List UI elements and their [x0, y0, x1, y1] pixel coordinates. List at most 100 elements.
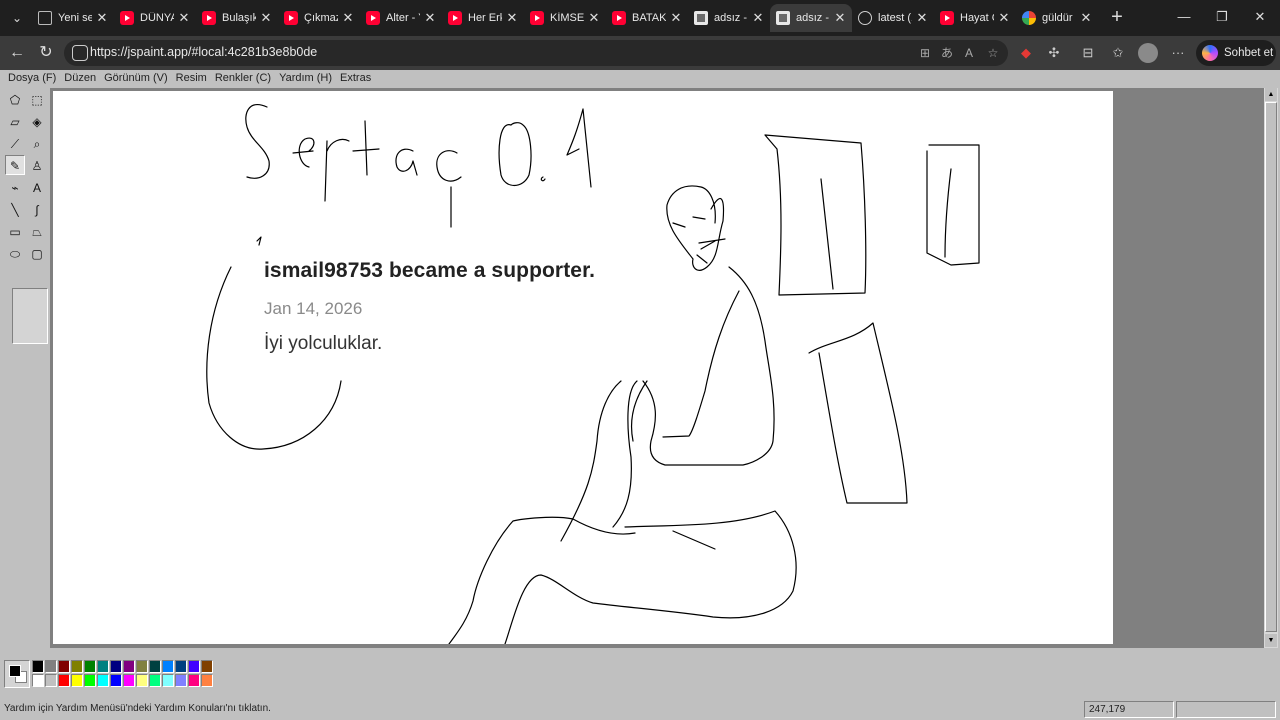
rounded-rectangle-tool-icon[interactable]: ▢ [27, 243, 47, 263]
tab-close-icon[interactable]: ✕ [260, 10, 272, 26]
color-swatch[interactable] [162, 674, 174, 687]
extension-shield-icon[interactable]: ◆ [1016, 43, 1036, 63]
color-swatch[interactable] [32, 674, 44, 687]
browser-tab[interactable]: Hayat Çok ✕ [934, 4, 1016, 32]
color-swatch[interactable] [136, 660, 148, 673]
rect-select-tool-icon[interactable]: ⬚ [27, 89, 47, 109]
menu-item[interactable]: Resim [172, 70, 211, 88]
color-swatch[interactable] [71, 674, 83, 687]
color-swatch[interactable] [188, 674, 200, 687]
tab-close-icon[interactable]: ✕ [1080, 10, 1092, 26]
color-swatch[interactable] [58, 660, 70, 673]
menu-item[interactable]: Yardım (H) [275, 70, 336, 88]
color-swatch[interactable] [71, 660, 83, 673]
copilot-button[interactable]: Sohbet et [1196, 40, 1276, 66]
more-menu-icon[interactable]: ··· [1168, 43, 1188, 63]
fill-tool-icon[interactable]: ◈ [27, 111, 47, 131]
site-info-icon[interactable] [72, 45, 88, 61]
translate-icon[interactable]: あ [938, 44, 956, 62]
tab-close-icon[interactable]: ✕ [670, 10, 682, 26]
line-tool-icon[interactable]: ╲ [5, 199, 25, 219]
tab-close-icon[interactable]: ✕ [588, 10, 600, 26]
tab-actions-chevron-icon[interactable]: ⌄ [6, 7, 28, 29]
browser-tab[interactable]: Yeni sekme ✕ [32, 4, 114, 32]
color-swatch[interactable] [110, 660, 122, 673]
pick-color-tool-icon[interactable]: ⟋ [5, 133, 25, 153]
browser-tab[interactable]: adsız - Paint ✕ [770, 4, 852, 32]
back-arrow-icon[interactable]: ← [5, 41, 29, 65]
tab-close-icon[interactable]: ✕ [424, 10, 436, 26]
extensions-puzzle-icon[interactable]: ✣ [1044, 43, 1064, 63]
favorites-icon[interactable]: ✩ [1108, 43, 1128, 63]
scroll-up-arrow-icon[interactable]: ▲ [1265, 88, 1277, 101]
brush-tool-icon[interactable]: ♙ [27, 155, 47, 175]
tab-close-icon[interactable]: ✕ [752, 10, 764, 26]
color-swatch[interactable] [45, 674, 57, 687]
color-swatch[interactable] [149, 674, 161, 687]
close-window-icon[interactable]: ✕ [1238, 0, 1280, 34]
color-swatch[interactable] [123, 674, 135, 687]
color-swatch[interactable] [201, 674, 213, 687]
color-swatch[interactable] [32, 660, 44, 673]
tab-close-icon[interactable]: ✕ [834, 10, 846, 26]
color-swatch[interactable] [45, 660, 57, 673]
reload-icon[interactable]: ↻ [34, 41, 58, 65]
color-swatch[interactable] [123, 660, 135, 673]
airbrush-tool-icon[interactable]: ⌁ [5, 177, 25, 197]
browser-tab[interactable]: KİMSEYE ✕ [524, 4, 606, 32]
color-swatch[interactable] [162, 660, 174, 673]
browser-tab[interactable]: Bulaşık Makinesi ✕ [196, 4, 278, 32]
color-swatch[interactable] [149, 660, 161, 673]
tab-close-icon[interactable]: ✕ [998, 10, 1010, 26]
color-swatch[interactable] [97, 660, 109, 673]
url-text[interactable]: https://jspaint.app/#local:4c281b3e8b0de [90, 45, 317, 59]
color-swatch[interactable] [175, 674, 187, 687]
eraser-tool-icon[interactable]: ▱ [5, 111, 25, 131]
profile-avatar[interactable] [1138, 43, 1158, 63]
magnifier-tool-icon[interactable]: ⌕ [27, 133, 47, 153]
browser-tab[interactable]: Çıkmaz ✕ [278, 4, 360, 32]
app-available-icon[interactable]: ⊞ [916, 44, 934, 62]
ellipse-tool-icon[interactable]: ⬭ [5, 243, 25, 263]
browser-tab[interactable]: DÜNYADAN ✕ [114, 4, 196, 32]
scroll-down-arrow-icon[interactable]: ▼ [1265, 634, 1277, 647]
color-swatch[interactable] [84, 674, 96, 687]
color-swatch[interactable] [136, 674, 148, 687]
menu-item[interactable]: Renkler (C) [211, 70, 275, 88]
read-aloud-icon[interactable]: A [960, 44, 978, 62]
rectangle-tool-icon[interactable]: ▭ [5, 221, 25, 241]
drawing-canvas[interactable]: ismail98753 became a supporter. Jan 14, … [53, 91, 1113, 644]
pencil-tool-icon[interactable]: ✎ [5, 155, 25, 175]
vertical-scrollbar[interactable]: ▲ ▼ [1264, 88, 1278, 648]
color-swatch[interactable] [188, 660, 200, 673]
tab-close-icon[interactable]: ✕ [178, 10, 190, 26]
scrollbar-thumb[interactable] [1265, 102, 1277, 632]
browser-tab[interactable]: Alter - YouTube ✕ [360, 4, 442, 32]
browser-tab[interactable]: Her Erkek ✕ [442, 4, 524, 32]
split-screen-icon[interactable]: ⊟ [1078, 43, 1098, 63]
foreground-color[interactable] [9, 665, 21, 677]
browser-tab[interactable]: BATAKLIK ✕ [606, 4, 688, 32]
favorite-star-icon[interactable]: ☆ [984, 44, 1002, 62]
menu-item[interactable]: Görünüm (V) [100, 70, 172, 88]
text-tool-icon[interactable]: A [27, 177, 47, 197]
polygon-tool-icon[interactable]: ⏢ [27, 221, 47, 241]
color-swatch[interactable] [84, 660, 96, 673]
browser-tab[interactable]: adsız - Paint ✕ [688, 4, 770, 32]
tab-close-icon[interactable]: ✕ [916, 10, 928, 26]
menu-item[interactable]: Düzen [60, 70, 100, 88]
color-swatch[interactable] [97, 674, 109, 687]
curve-tool-icon[interactable]: ∫ [27, 199, 47, 219]
tab-close-icon[interactable]: ✕ [96, 10, 108, 26]
browser-tab[interactable]: latest (1) ✕ [852, 4, 934, 32]
free-form-select-tool-icon[interactable]: ⬠ [5, 89, 25, 109]
color-swatch[interactable] [175, 660, 187, 673]
browser-tab[interactable]: güldür güldür ✕ [1016, 4, 1098, 32]
menu-item[interactable]: Dosya (F) [4, 70, 60, 88]
tab-close-icon[interactable]: ✕ [506, 10, 518, 26]
current-colors[interactable] [4, 660, 30, 688]
color-swatch[interactable] [58, 674, 70, 687]
tab-close-icon[interactable]: ✕ [342, 10, 354, 26]
address-bar[interactable]: https://jspaint.app/#local:4c281b3e8b0de… [64, 40, 1008, 66]
tool-options-panel[interactable] [12, 288, 48, 344]
